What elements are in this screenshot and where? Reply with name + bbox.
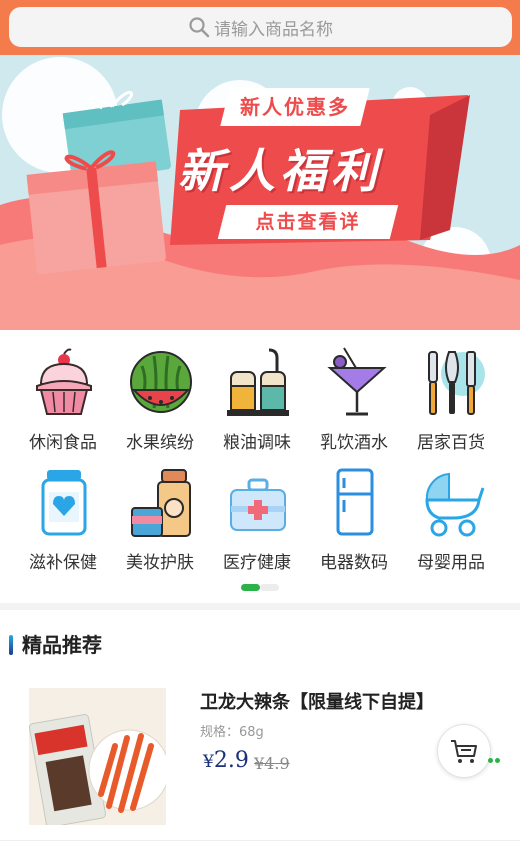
search-icon xyxy=(189,17,210,38)
category-item-supplements[interactable]: 滋补保健 xyxy=(14,458,112,578)
banner-cta[interactable]: 点击查看详 xyxy=(217,205,399,239)
category-label: 乳饮酒水 xyxy=(320,433,388,453)
cupcake-icon xyxy=(36,348,92,415)
banner-headline: 新人福利 xyxy=(178,144,382,198)
search-placeholder: 请输入商品名称 xyxy=(214,19,333,40)
kitchen-utensils-icon xyxy=(428,351,485,415)
category-item-electronics[interactable]: 电器数码 xyxy=(305,458,403,578)
section-divider xyxy=(0,603,520,610)
currency-symbol: ¥ xyxy=(203,752,214,772)
category-label: 滋补保健 xyxy=(29,553,97,573)
category-item-cosmetics[interactable]: 美妆护肤 xyxy=(111,458,209,578)
category-item-grain-oil[interactable]: 粮油调味 xyxy=(208,338,306,458)
category-label: 休闲食品 xyxy=(29,433,97,453)
cart-indicator xyxy=(488,758,500,764)
list-divider xyxy=(0,840,520,841)
add-to-cart-button[interactable] xyxy=(437,724,491,778)
search-input[interactable]: 请输入商品名称 xyxy=(9,7,512,47)
medical-kit-icon xyxy=(230,478,286,531)
cocktail-icon xyxy=(327,347,387,416)
category-label: 医疗健康 xyxy=(223,553,291,573)
stroller-icon xyxy=(425,472,485,537)
price-value: 2.9 xyxy=(213,748,249,773)
product-name[interactable]: 卫龙大辣条【限量线下自提】 xyxy=(200,688,434,714)
condiment-icon xyxy=(227,348,289,416)
refrigerator-icon xyxy=(336,468,374,536)
product-original-price: ¥4.9 xyxy=(254,754,290,773)
category-item-snacks[interactable]: 休闲食品 xyxy=(14,338,112,458)
category-item-medical[interactable]: 医疗健康 xyxy=(208,458,306,578)
category-pager[interactable] xyxy=(241,584,279,591)
category-label: 水果缤纷 xyxy=(126,433,194,453)
cart-icon xyxy=(451,740,477,763)
pager-dot-active[interactable] xyxy=(241,584,260,591)
category-grid: 休闲食品 水果缤纷 粮油调味 乳饮酒水 居家百货 滋补保健 美妆护肤 医疗健康 … xyxy=(0,330,520,600)
product-spec: 规格：68g xyxy=(200,725,264,740)
category-label: 居家百货 xyxy=(417,433,485,453)
product-photo xyxy=(29,688,166,825)
category-item-drinks[interactable]: 乳饮酒水 xyxy=(305,338,403,458)
health-jar-icon xyxy=(41,470,87,536)
product-price: ¥2.9 xyxy=(203,748,249,773)
top-bar: 请输入商品名称 xyxy=(0,0,520,55)
category-label: 粮油调味 xyxy=(223,433,291,453)
product-image[interactable] xyxy=(29,688,166,825)
banner-tag: 新人优惠多 xyxy=(220,88,370,126)
section-marker xyxy=(9,635,13,655)
category-item-household[interactable]: 居家百货 xyxy=(402,338,500,458)
category-label: 美妆护肤 xyxy=(126,553,194,573)
category-item-fruits[interactable]: 水果缤纷 xyxy=(111,338,209,458)
cosmetics-icon xyxy=(131,469,191,537)
section-title: 精品推荐 xyxy=(22,633,102,657)
pager-dot[interactable] xyxy=(260,584,279,591)
category-label: 电器数码 xyxy=(320,553,388,573)
category-label: 母婴用品 xyxy=(417,553,485,573)
category-item-baby[interactable]: 母婴用品 xyxy=(402,458,500,578)
watermelon-icon xyxy=(130,351,192,413)
promo-banner[interactable]: 新人优惠多 新人福利 点击查看详 xyxy=(0,55,520,330)
